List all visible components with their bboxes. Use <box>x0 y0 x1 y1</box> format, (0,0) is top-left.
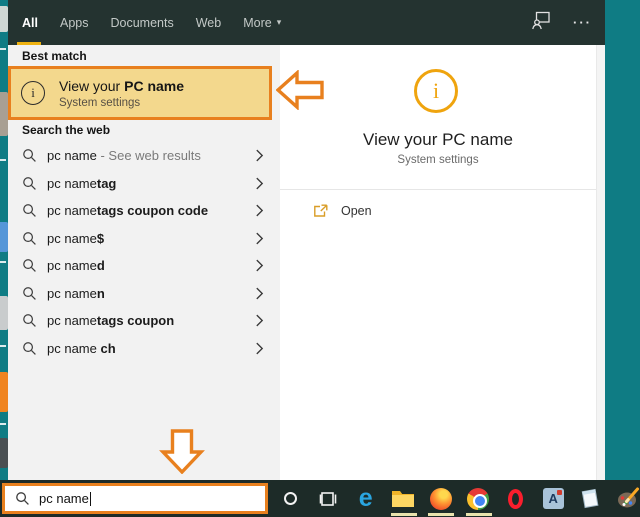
preview-title: View your PC name <box>363 130 513 149</box>
best-match-title: View your PC name <box>59 77 185 94</box>
scrollbar-track[interactable] <box>596 45 605 480</box>
desktop-label-fragment <box>0 48 6 50</box>
best-match-label: Best match <box>22 49 87 63</box>
suggestion-text: pc name - See web results <box>47 148 201 164</box>
web-suggestion-item[interactable]: pc named <box>8 252 280 280</box>
annotation-arrow-left <box>275 69 324 115</box>
search-icon <box>22 176 37 191</box>
taskbar-icon-firefox[interactable] <box>422 480 460 517</box>
best-match-result[interactable]: i View your PC name System settings <box>8 66 272 120</box>
chevron-down-icon: ▾ <box>276 17 282 27</box>
desktop-label-fragment <box>0 423 6 425</box>
web-suggestion-item[interactable]: pc nametags coupon code <box>8 197 280 225</box>
search-icon <box>22 203 37 218</box>
desktop-icon-fragment <box>0 92 8 136</box>
tab-documents[interactable]: Documents <box>110 0 173 45</box>
tabs: All Apps Documents Web More ▾ <box>17 0 281 45</box>
search-icon <box>15 491 30 506</box>
suggestion-text: pc nametag <box>47 175 117 191</box>
taskbar-icon-paint[interactable] <box>610 480 640 517</box>
web-suggestion-item[interactable]: pc name ch <box>8 335 280 363</box>
desktop-icon-fragment <box>0 6 8 32</box>
annotation-arrow-down <box>159 429 205 479</box>
desktop-icon-fragment <box>0 296 8 330</box>
tab-more[interactable]: More ▾ <box>243 0 281 45</box>
suggestion-text: pc name$ <box>47 230 105 246</box>
desktop-icon-fragment <box>0 372 8 412</box>
suggestion-text: pc nametags coupon <box>47 313 175 329</box>
taskbar-icons: eA <box>272 480 640 517</box>
search-the-web-label: Search the web <box>22 123 111 137</box>
search-icon <box>22 231 37 246</box>
suggestion-text: pc nametags coupon code <box>47 203 209 219</box>
taskbar-icon-cortana[interactable] <box>272 480 310 517</box>
taskbar-icon-text-app[interactable]: A <box>535 480 573 517</box>
text-cursor <box>89 491 91 506</box>
tab-all[interactable]: All <box>17 0 41 45</box>
preview-subtitle: System settings <box>397 154 479 166</box>
taskbar-icon-chrome[interactable] <box>460 480 498 517</box>
chevron-right-icon[interactable] <box>255 258 264 273</box>
feedback-icon[interactable] <box>531 11 551 35</box>
desktop-label-fragment <box>0 159 6 161</box>
running-app-indicator <box>428 513 454 516</box>
web-suggestion-item[interactable]: pc nametags coupon <box>8 307 280 335</box>
desktop-label-fragment <box>0 345 6 347</box>
web-suggestion-item[interactable]: pc nametag <box>8 170 280 198</box>
web-suggestion-item[interactable]: pc name$ <box>8 225 280 253</box>
desktop-icon-fragment <box>0 438 8 468</box>
suggestion-text: pc name ch <box>47 340 116 356</box>
search-header: All Apps Documents Web More ▾ ··· <box>8 0 605 45</box>
chevron-right-icon[interactable] <box>255 148 264 163</box>
taskbar-icon-notepad[interactable] <box>572 480 610 517</box>
search-icon <box>22 148 37 163</box>
search-query-text: pc name <box>39 491 89 506</box>
best-match-subtitle: System settings <box>59 96 141 109</box>
chevron-right-icon[interactable] <box>255 313 264 328</box>
chevron-right-icon[interactable] <box>255 203 264 218</box>
web-suggestion-item[interactable]: pc namen <box>8 280 280 308</box>
suggestion-text: pc namen <box>47 285 105 301</box>
open-action[interactable]: Open <box>280 199 596 223</box>
divider <box>280 189 596 190</box>
chevron-right-icon[interactable] <box>255 341 264 356</box>
taskbar-icon-opera[interactable] <box>497 480 535 517</box>
taskbar-icon-file-explorer[interactable] <box>385 480 423 517</box>
search-icon <box>22 313 37 328</box>
suggestion-text: pc named <box>47 258 105 274</box>
web-suggestions: pc name - See web results pc nametag pc na… <box>8 142 280 362</box>
taskbar-search-input[interactable]: pc name <box>2 483 268 514</box>
tab-web[interactable]: Web <box>196 0 221 45</box>
tab-apps[interactable]: Apps <box>60 0 89 45</box>
running-app-indicator <box>390 513 417 516</box>
search-icon <box>22 341 37 356</box>
search-icon <box>22 286 37 301</box>
open-icon <box>313 204 328 218</box>
chevron-right-icon[interactable] <box>255 231 264 246</box>
desktop-label-fragment <box>0 261 6 263</box>
chevron-right-icon[interactable] <box>255 286 264 301</box>
taskbar-icon-task-view[interactable] <box>310 480 348 517</box>
search-flyout: All Apps Documents Web More ▾ ··· Best match … <box>8 0 605 480</box>
desktop: All Apps Documents Web More ▾ ··· Best match … <box>0 0 640 517</box>
info-icon: i <box>21 81 45 105</box>
running-app-indicator <box>465 513 492 516</box>
taskbar-icon-edge[interactable]: e <box>347 480 385 517</box>
more-options-icon[interactable]: ··· <box>573 0 592 45</box>
chevron-right-icon[interactable] <box>255 176 264 191</box>
search-icon <box>22 258 37 273</box>
web-suggestion-item[interactable]: pc name - See web results <box>8 142 280 170</box>
desktop-icon-fragment <box>0 222 8 252</box>
info-icon-large: i <box>414 69 458 113</box>
open-label: Open <box>341 204 372 218</box>
